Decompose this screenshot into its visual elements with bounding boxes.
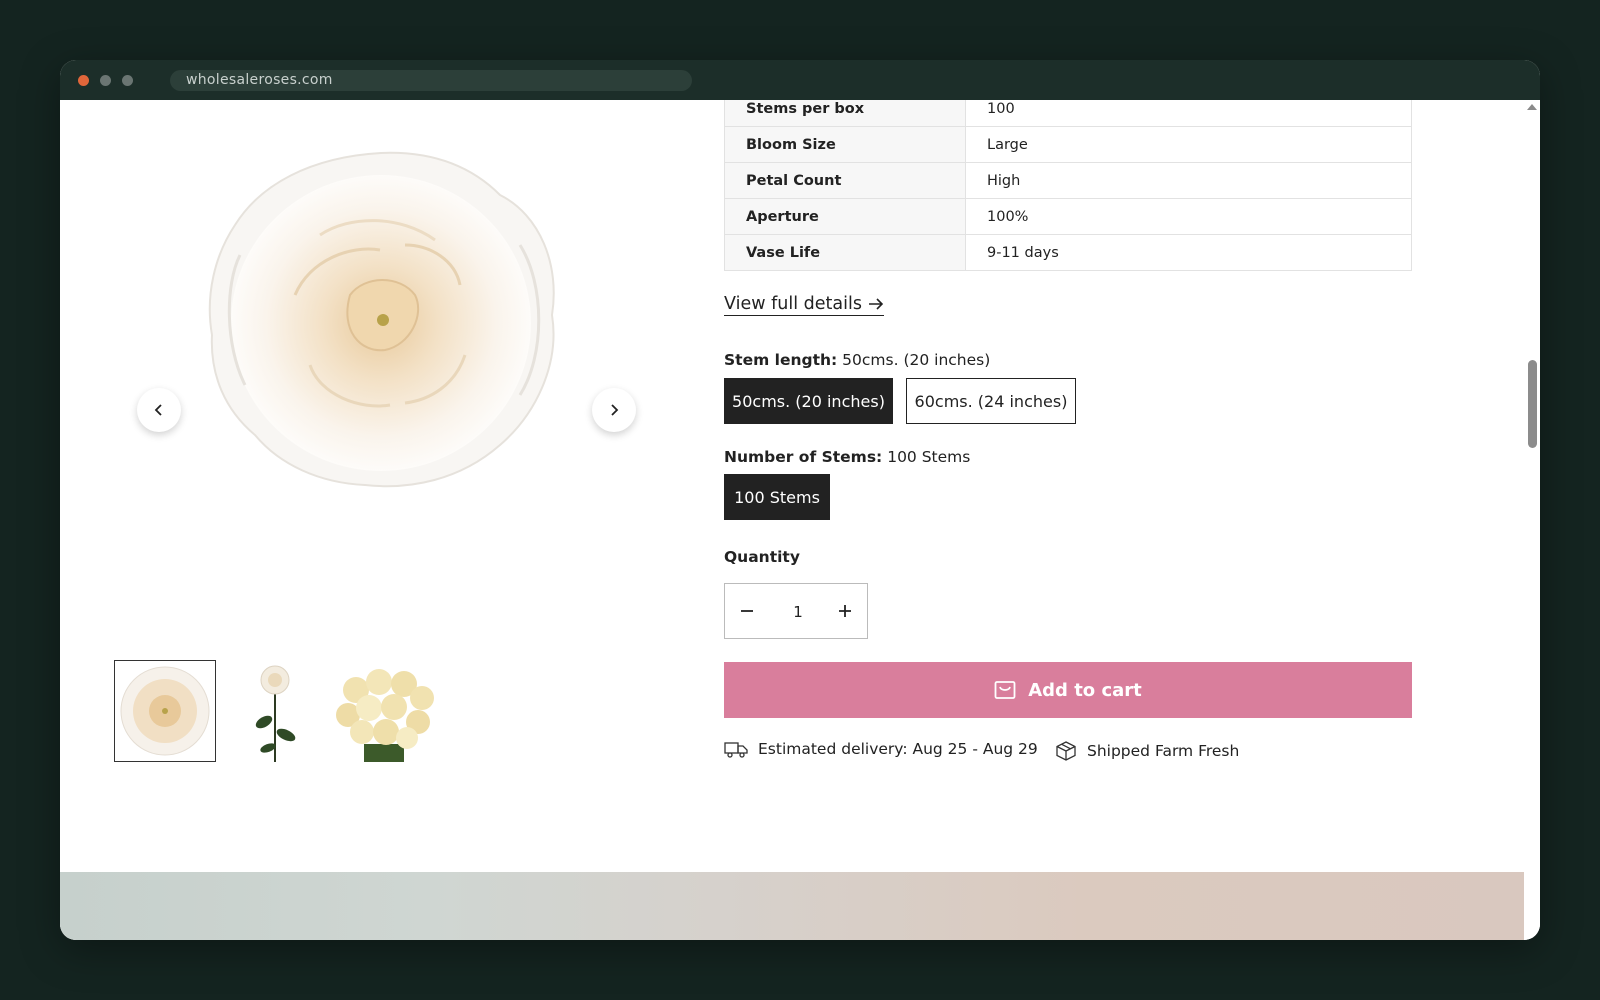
stem-length-heading: Stem length: 50cms. (20 inches) — [724, 351, 990, 369]
thumbnail-bloom[interactable] — [114, 660, 216, 762]
shipping-info: Shipped Farm Fresh — [1055, 740, 1239, 762]
stem-length-option-50[interactable]: 50cms. (20 inches) — [724, 378, 893, 424]
table-row: Petal Count High — [724, 162, 1412, 199]
spec-label: Aperture — [724, 198, 966, 235]
quantity-decrease-button[interactable] — [725, 584, 769, 638]
stem-length-option-60[interactable]: 60cms. (24 inches) — [906, 378, 1076, 424]
rose-stem-image — [255, 665, 296, 762]
quantity-input[interactable] — [769, 584, 827, 640]
spec-value: 100% — [965, 198, 1412, 235]
minimize-window-dot[interactable] — [100, 75, 111, 86]
number-of-stems-heading: Number of Stems: 100 Stems — [724, 448, 970, 466]
cart-bag-icon — [994, 681, 1016, 699]
spec-value: 9-11 days — [965, 234, 1412, 271]
spec-value: 100 — [965, 100, 1412, 127]
chevron-right-icon — [611, 404, 619, 416]
thumbnail-bouquet[interactable] — [334, 660, 436, 762]
view-full-details-label: View full details — [724, 294, 862, 314]
quantity-label: Quantity — [724, 548, 800, 566]
table-row: Vase Life 9-11 days — [724, 234, 1412, 271]
table-row: Aperture 100% — [724, 198, 1412, 235]
spec-label: Petal Count — [724, 162, 966, 199]
page-scrollbar[interactable] — [1524, 100, 1540, 940]
rose-bloom-image — [120, 666, 210, 756]
spec-value: Large — [965, 126, 1412, 163]
gallery-next-button[interactable] — [592, 388, 636, 432]
scrollbar-thumb[interactable] — [1528, 360, 1537, 448]
stem-length-selected: 50cms. (20 inches) — [842, 351, 991, 369]
spec-label: Stems per box — [724, 100, 966, 127]
lifestyle-banner-image — [60, 872, 1524, 940]
stems-option-100[interactable]: 100 Stems — [724, 474, 830, 520]
quantity-stepper — [724, 583, 868, 640]
browser-window: wholesaleroses.com Stems per box 100 Blo… — [60, 60, 1540, 940]
number-of-stems-label: Number of Stems: — [724, 448, 883, 466]
scroll-up-arrow-icon[interactable] — [1527, 104, 1537, 110]
arrow-right-icon — [868, 298, 884, 310]
address-bar[interactable]: wholesaleroses.com — [170, 70, 692, 91]
stem-length-label: Stem length: — [724, 351, 838, 369]
spec-label: Bloom Size — [724, 126, 966, 163]
view-full-details-link[interactable]: View full details — [724, 294, 884, 316]
chevron-left-icon — [154, 404, 162, 416]
page-viewport: Stems per box 100 Bloom Size Large Petal C… — [60, 100, 1540, 940]
box-icon — [1056, 741, 1076, 761]
add-to-cart-button[interactable]: Add to cart — [724, 662, 1412, 718]
gallery-prev-button[interactable] — [137, 388, 181, 432]
quantity-increase-button[interactable] — [823, 584, 867, 638]
maximize-window-dot[interactable] — [122, 75, 133, 86]
table-row: Bloom Size Large — [724, 126, 1412, 163]
truck-icon — [724, 742, 748, 758]
rose-bouquet-image — [334, 660, 436, 762]
product-specs-table: Stems per box 100 Bloom Size Large Petal C… — [724, 100, 1412, 271]
close-window-dot[interactable] — [78, 75, 89, 86]
plus-icon — [839, 605, 851, 617]
product-main-image — [208, 151, 555, 488]
number-of-stems-selected: 100 Stems — [887, 448, 971, 466]
delivery-info: Estimated delivery: Aug 25 - Aug 29 — [724, 740, 1038, 758]
spec-label: Vase Life — [724, 234, 966, 271]
shipping-text: Shipped Farm Fresh — [1087, 742, 1240, 760]
browser-titlebar: wholesaleroses.com — [60, 60, 1540, 100]
thumbnail-stem[interactable] — [224, 660, 326, 762]
spec-value: High — [965, 162, 1412, 199]
delivery-text: Estimated delivery: Aug 25 - Aug 29 — [758, 740, 1038, 758]
add-to-cart-label: Add to cart — [1028, 679, 1142, 701]
minus-icon — [741, 610, 753, 612]
table-row: Stems per box 100 — [724, 100, 1412, 127]
